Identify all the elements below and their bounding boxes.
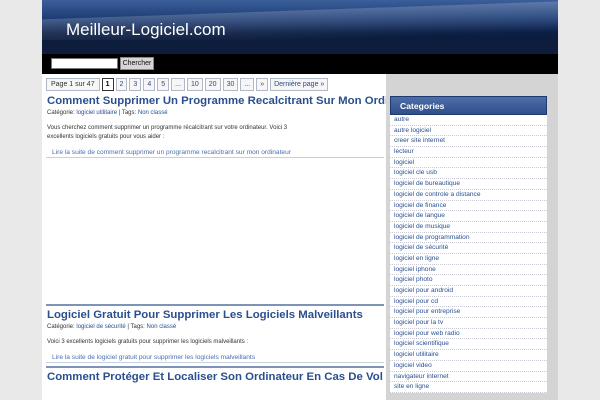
category-link[interactable]: logiciel de musique <box>390 222 547 233</box>
category-link[interactable]: site en ligne <box>390 382 547 393</box>
post-title-link[interactable]: Comment Protéger Et Localiser Son Ordina… <box>47 371 384 383</box>
post-title-link[interactable]: Logiciel Gratuit Pour Supprimer Les Logi… <box>47 309 384 321</box>
post-excerpt: Vous cherchez comment supprimer un progr… <box>47 125 288 140</box>
categories-title: Categories <box>390 96 547 115</box>
post-excerpt: Voici 3 excellents logiciels gratuits po… <box>47 339 249 345</box>
category-link[interactable]: autre logiciel <box>390 126 547 137</box>
post-category-link[interactable]: logiciel utilitaire <box>76 110 117 116</box>
post-tag-link[interactable]: Non classé <box>147 324 177 330</box>
post-tag-link[interactable]: Non classé <box>138 110 168 116</box>
categories-widget: Categories autre autre logiciel creer site… <box>390 96 547 393</box>
category-link[interactable]: navigateur internet <box>390 372 547 383</box>
pagination-info: Page 1 sur 47 <box>46 77 100 91</box>
post-meta-tags-label: | Tags: <box>118 110 137 116</box>
page-link[interactable]: 4 <box>143 77 156 91</box>
site-title-link[interactable]: Meilleur-Logiciel.com <box>66 20 226 40</box>
main-content: Page 1 sur 47 1 2 3 4 5 ... 10 20 30 ...… <box>46 76 423 400</box>
category-link[interactable]: logiciel cle usb <box>390 168 547 180</box>
post-entry: Logiciel Gratuit Pour Supprimer Les Logi… <box>46 304 384 363</box>
category-link[interactable]: logiciel pour android <box>390 286 547 297</box>
category-link[interactable]: logiciel pour entreprise <box>390 307 547 319</box>
page-link[interactable]: 10 <box>186 77 203 91</box>
category-link[interactable]: logiciel de programmation <box>390 233 547 244</box>
category-link[interactable]: logiciel photo <box>390 275 547 286</box>
read-more-link[interactable]: Lire la suite de comment supprimer un pr… <box>46 148 384 158</box>
category-link[interactable]: logiciel video <box>390 361 547 372</box>
category-link[interactable]: logiciel <box>390 158 547 169</box>
category-link[interactable]: logiciel pour cd <box>390 297 547 308</box>
category-link[interactable]: logiciel scientifique <box>390 339 547 351</box>
category-link[interactable]: logiciel de bureautique <box>390 179 547 190</box>
category-link[interactable]: logiciel pour web radio <box>390 329 547 340</box>
page-link[interactable]: 20 <box>204 77 221 91</box>
page-link[interactable]: 5 <box>157 77 170 91</box>
pagination: Page 1 sur 47 1 2 3 4 5 ... 10 20 30 ...… <box>46 77 329 91</box>
post-meta-tags-label: | Tags: <box>127 324 145 330</box>
search-input[interactable] <box>51 58 118 69</box>
category-link[interactable]: logiciel de controle a distance <box>390 190 547 201</box>
category-link[interactable]: logiciel iphone <box>390 265 547 276</box>
post-meta: Catégorie: logiciel utilitaire | Tags: N… <box>47 110 384 116</box>
post-title-link[interactable]: Comment Supprimer Un Programme Recalcitr… <box>47 95 423 107</box>
post-category-link[interactable]: logiciel de sécurité <box>76 324 125 330</box>
search-button[interactable]: Chercher <box>120 57 154 70</box>
categories-list: autre autre logiciel creer site internet le… <box>390 115 547 393</box>
category-link[interactable]: creer site internet <box>390 136 547 148</box>
next-page-link[interactable]: » <box>256 77 269 91</box>
page-wrapper: Meilleur-Logiciel.com Chercher Page 1 su… <box>42 0 558 400</box>
page-ellipsis: ... <box>171 77 185 91</box>
category-link[interactable]: logiciel utilitaire <box>390 350 547 361</box>
category-link[interactable]: logiciel en ligne <box>390 254 547 265</box>
post-entry: Comment Protéger Et Localiser Son Ordina… <box>46 366 384 383</box>
category-link[interactable]: logiciel pour la tv <box>390 318 547 329</box>
site-header: Meilleur-Logiciel.com <box>42 0 558 54</box>
post-meta-category-label: Catégorie: <box>47 110 75 116</box>
read-more-link[interactable]: Lire la suite de logiciel gratuit pour s… <box>46 353 384 363</box>
page-link-current: 1 <box>101 77 114 91</box>
post-meta-category-label: Catégorie: <box>47 324 75 330</box>
sidebar: Categories autre autre logiciel creer site… <box>386 74 558 400</box>
page-link[interactable]: 30 <box>222 77 239 91</box>
post-entry: Comment Supprimer Un Programme Recalcitr… <box>46 95 423 158</box>
page-link[interactable]: 2 <box>115 77 128 91</box>
category-link[interactable]: lecteur <box>390 147 547 158</box>
category-link[interactable]: autre <box>390 115 547 126</box>
category-link[interactable]: logiciel de finance <box>390 201 547 212</box>
category-link[interactable]: logiciel de langue <box>390 211 547 222</box>
post-meta: Catégorie: logiciel de sécurité | Tags: … <box>47 324 384 330</box>
page-ellipsis: ... <box>240 77 255 91</box>
page-link[interactable]: 3 <box>129 77 142 91</box>
search-bar: Chercher <box>42 54 558 74</box>
last-page-link[interactable]: Dernière page » <box>270 77 329 91</box>
category-link[interactable]: logiciel de sécurité <box>390 243 547 254</box>
